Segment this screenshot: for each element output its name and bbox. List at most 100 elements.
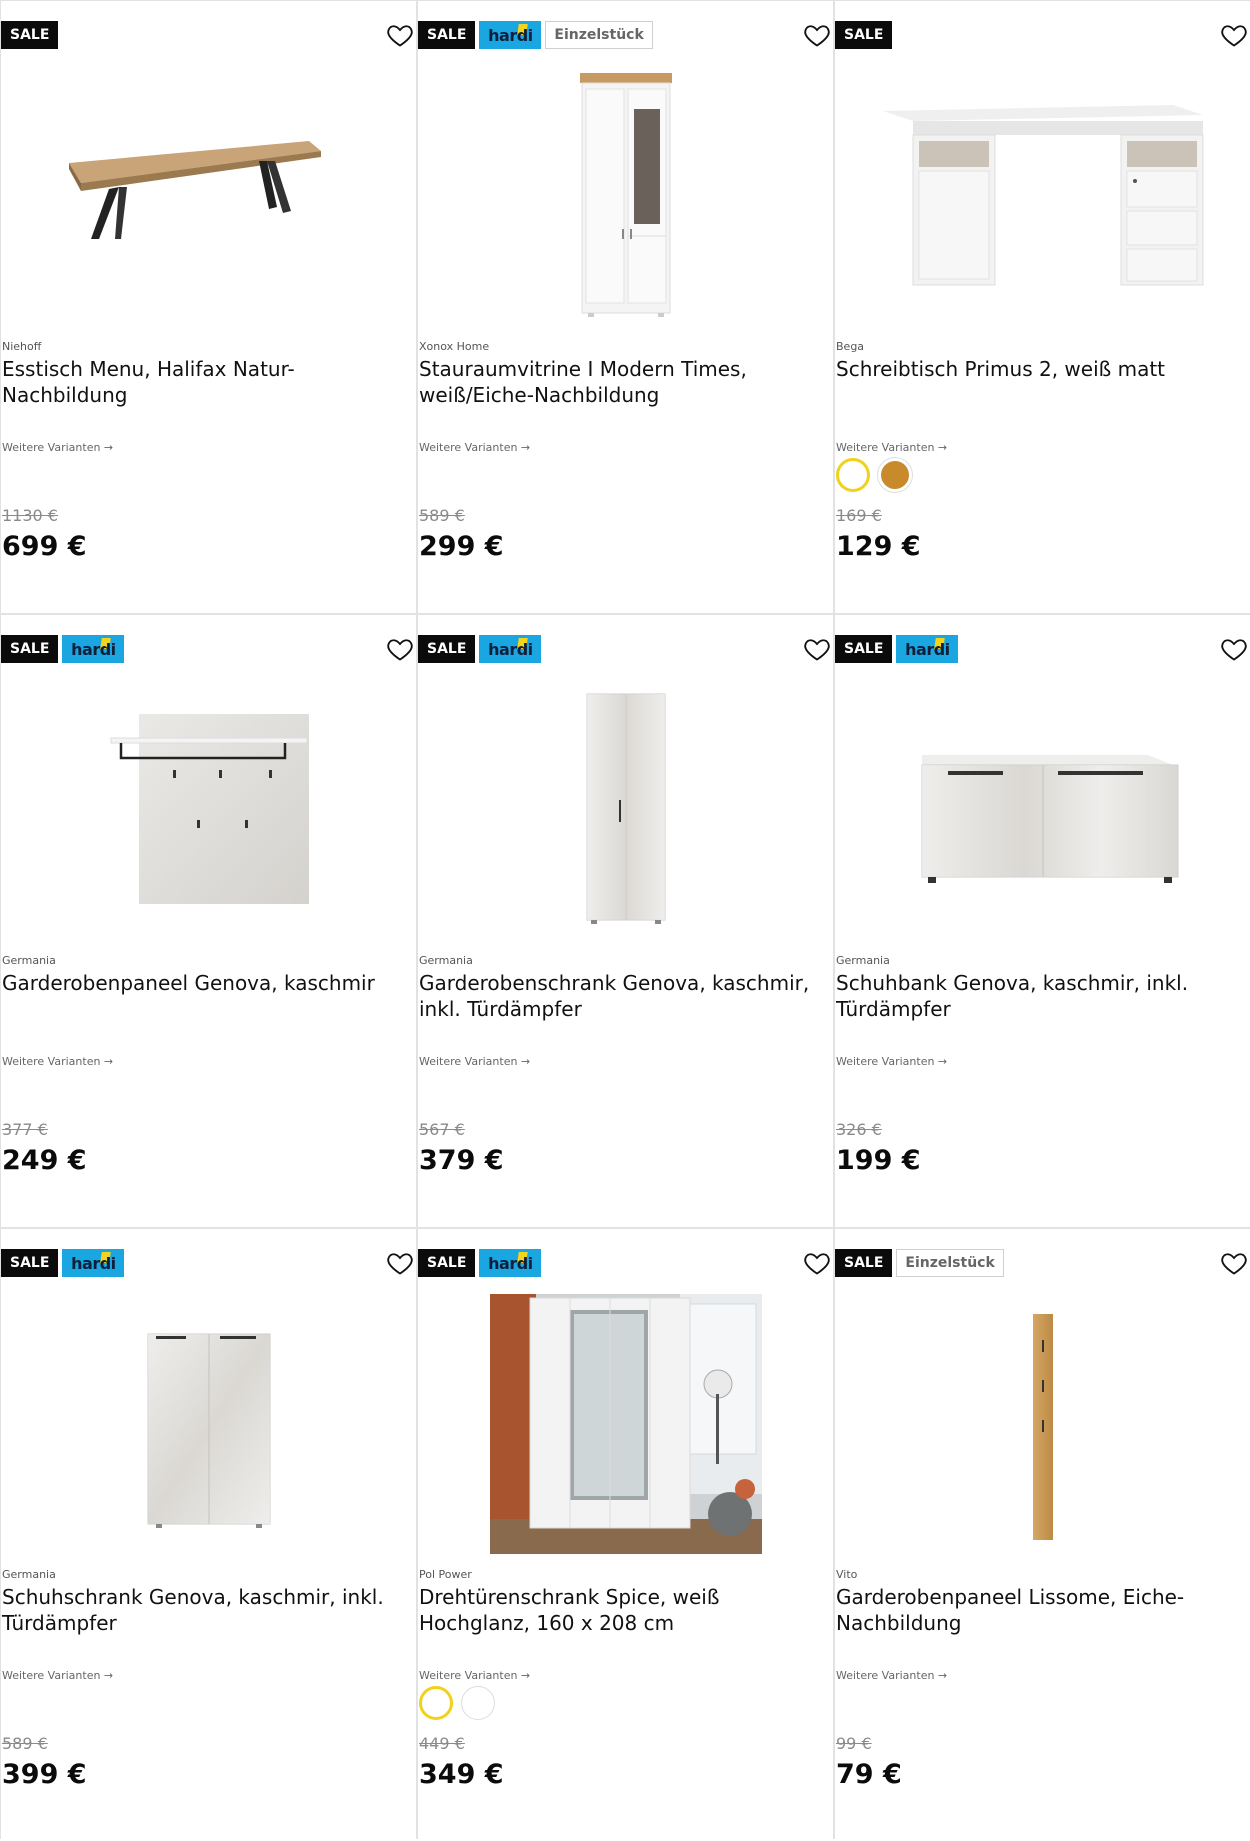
more-variants-link[interactable]: Weitere Varianten → — [836, 441, 947, 454]
product-brand: Germania — [836, 954, 890, 967]
product-image[interactable] — [418, 61, 833, 331]
oak-panel-image — [1032, 1314, 1053, 1540]
heart-icon[interactable] — [803, 1249, 831, 1277]
badge-group: SALE — [1, 21, 59, 49]
product-card[interactable]: SALE hardi Pol Power Drehtürenschrank Sp… — [418, 1229, 833, 1841]
price: 199 € — [836, 1145, 921, 1176]
product-image[interactable] — [1, 61, 416, 331]
price: 249 € — [2, 1145, 87, 1176]
product-image[interactable] — [835, 675, 1250, 945]
badge-group: SALE hardi — [835, 635, 959, 663]
hardi-badge-label: hardi — [71, 639, 116, 659]
product-title[interactable]: Esstisch Menu, Halifax Natur-Nachbildung — [2, 356, 408, 408]
badge-group: SALE hardi Einzelstück — [418, 21, 653, 49]
sale-badge: SALE — [835, 635, 893, 663]
price: 79 € — [836, 1759, 902, 1790]
heart-icon[interactable] — [803, 635, 831, 663]
product-title[interactable]: Schuhbank Genova, kaschmir, inkl. Türdäm… — [836, 970, 1242, 1022]
shoe-cabinet-image — [147, 1333, 270, 1528]
swatch-white-selected[interactable] — [419, 1686, 453, 1720]
price: 399 € — [2, 1759, 87, 1790]
badge-group: SALE hardi — [418, 1249, 542, 1277]
product-card[interactable]: SALE hardi Germania Garderobenschrank Ge… — [418, 615, 833, 1227]
product-image[interactable] — [835, 61, 1250, 331]
sale-badge: SALE — [418, 21, 476, 49]
product-image[interactable] — [1, 675, 416, 945]
swatch-oak[interactable] — [878, 458, 912, 492]
more-variants-link[interactable]: Weitere Varianten → — [419, 441, 530, 454]
wall-panel-image — [110, 714, 309, 904]
product-card[interactable]: SALE hardi Germania Garderobenpaneel Gen… — [1, 615, 416, 1227]
hardi-badge-label: hardi — [71, 1253, 116, 1273]
product-title[interactable]: Garderobenpaneel Genova, kaschmir — [2, 970, 408, 996]
more-variants-link[interactable]: Weitere Varianten → — [2, 1055, 113, 1068]
more-variants-link[interactable]: Weitere Varianten → — [2, 441, 113, 454]
product-card[interactable]: SALE hardi Germania Schuhschrank Genova,… — [1, 1229, 416, 1841]
price: 349 € — [419, 1759, 504, 1790]
hardi-badge: hardi — [479, 635, 542, 663]
table-image — [68, 141, 321, 239]
product-brand: Germania — [2, 954, 56, 967]
hardi-badge-label: hardi — [488, 639, 533, 659]
badge-group: SALE hardi — [1, 1249, 125, 1277]
product-title[interactable]: Garderobenschrank Genova, kaschmir, inkl… — [419, 970, 825, 1022]
old-price: 169 € — [836, 506, 882, 525]
price: 299 € — [419, 531, 504, 562]
product-brand: Pol Power — [419, 1568, 472, 1581]
product-card[interactable]: SALE hardi Einzelstück Xonox Home Staura… — [418, 1, 833, 613]
sale-badge: SALE — [835, 1249, 893, 1277]
product-card[interactable]: SALE Einzelstück Vito Garderobenpaneel L… — [835, 1229, 1250, 1841]
product-image[interactable] — [418, 1289, 833, 1559]
product-brand: Vito — [836, 1568, 858, 1581]
product-card[interactable]: SALE hardi Germania Schuhbank Genova, ka… — [835, 615, 1250, 1227]
old-price: 1130 € — [2, 506, 58, 525]
swatch-white-selected[interactable] — [836, 458, 870, 492]
product-image[interactable] — [418, 675, 833, 945]
badge-group: SALE hardi — [1, 635, 125, 663]
badge-group: SALE Einzelstück — [835, 1249, 1004, 1277]
swatch-white[interactable] — [461, 1686, 495, 1720]
heart-icon[interactable] — [1220, 635, 1248, 663]
product-title[interactable]: Stauraumvitrine I Modern Times, weiß/Eic… — [419, 356, 825, 408]
price: 129 € — [836, 531, 921, 562]
product-card[interactable]: SALE Bega Schreibtisch Primus 2, weiß ma… — [835, 1, 1250, 613]
product-brand: Xonox Home — [419, 340, 490, 353]
sale-badge: SALE — [1, 21, 59, 49]
product-title[interactable]: Schreibtisch Primus 2, weiß matt — [836, 356, 1242, 382]
hardi-badge: hardi — [62, 1249, 125, 1277]
badge-group: SALE — [835, 21, 893, 49]
hardi-badge-label: hardi — [905, 639, 950, 659]
heart-icon[interactable] — [803, 21, 831, 49]
product-brand: Niehoff — [2, 340, 42, 353]
more-variants-link[interactable]: Weitere Varianten → — [2, 1669, 113, 1682]
more-variants-link[interactable]: Weitere Varianten → — [419, 1669, 530, 1682]
product-image[interactable] — [835, 1289, 1250, 1559]
einzelstueck-badge: Einzelstück — [896, 1249, 1004, 1277]
heart-icon[interactable] — [1220, 1249, 1248, 1277]
sale-badge: SALE — [835, 21, 893, 49]
more-variants-link[interactable]: Weitere Varianten → — [836, 1055, 947, 1068]
old-price: 377 € — [2, 1120, 48, 1139]
badge-group: SALE hardi — [418, 635, 542, 663]
heart-icon[interactable] — [386, 635, 414, 663]
old-price: 326 € — [836, 1120, 882, 1139]
heart-icon[interactable] — [386, 1249, 414, 1277]
sale-badge: SALE — [418, 635, 476, 663]
shoe-bench-image — [921, 755, 1178, 883]
color-swatches — [419, 1686, 495, 1720]
product-title[interactable]: Drehtürenschrank Spice, weiß Hochglanz, … — [419, 1584, 825, 1636]
heart-icon[interactable] — [1220, 21, 1248, 49]
more-variants-link[interactable]: Weitere Varianten → — [836, 1669, 947, 1682]
hardi-badge: hardi — [479, 21, 542, 49]
product-title[interactable]: Garderobenpaneel Lissome, Eiche-Nachbild… — [836, 1584, 1242, 1636]
sale-badge: SALE — [1, 635, 59, 663]
product-card[interactable]: SALE Niehoff Esstisch Menu, Halifax Natu… — [1, 1, 416, 613]
heart-icon[interactable] — [386, 21, 414, 49]
old-price: 589 € — [2, 1734, 48, 1753]
more-variants-link[interactable]: Weitere Varianten → — [419, 1055, 530, 1068]
old-price: 449 € — [419, 1734, 465, 1753]
hardi-badge: hardi — [479, 1249, 542, 1277]
product-title[interactable]: Schuhschrank Genova, kaschmir, inkl. Tür… — [2, 1584, 408, 1636]
hardi-badge-label: hardi — [488, 25, 533, 45]
product-image[interactable] — [1, 1289, 416, 1559]
